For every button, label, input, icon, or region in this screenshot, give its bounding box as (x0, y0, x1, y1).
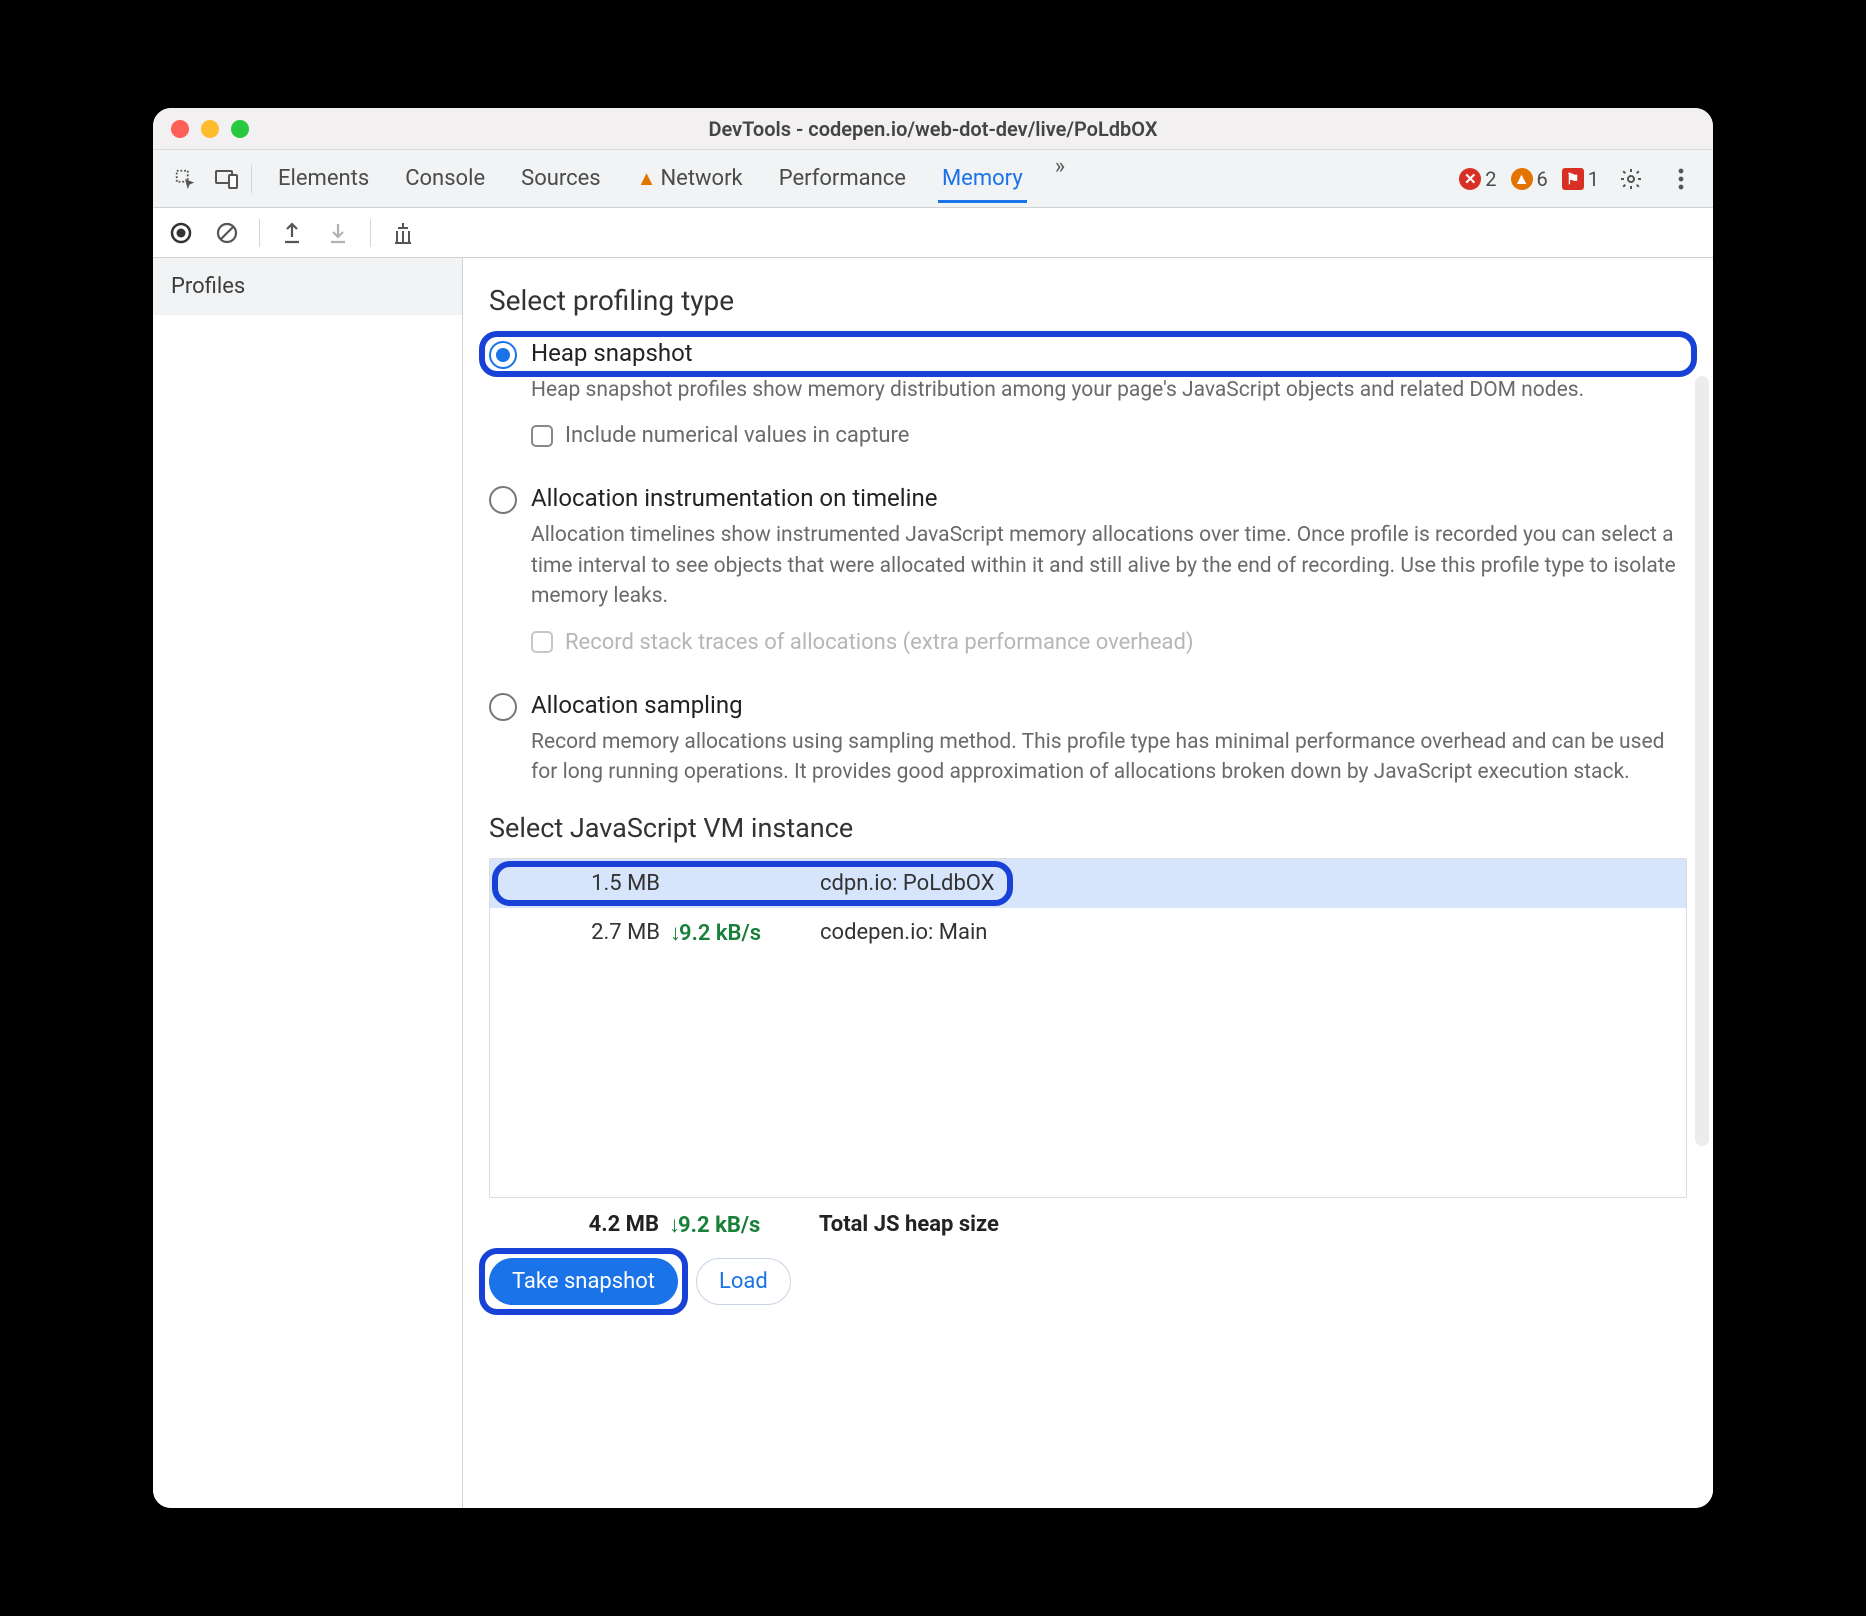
zoom-window-button[interactable] (231, 120, 249, 138)
vm-row[interactable]: 1.5 MB cdpn.io: PoLdbOX (490, 859, 1686, 908)
inspect-element-icon[interactable] (167, 161, 203, 197)
warning-icon: ▲ (1511, 168, 1533, 190)
option-desc: Record memory allocations using sampling… (531, 727, 1687, 788)
kebab-menu-icon[interactable] (1663, 161, 1699, 197)
vm-row[interactable]: 2.7 MB ↓9.2 kB/s codepen.io: Main (490, 908, 1686, 958)
tab-network-label: Network (660, 166, 742, 191)
clear-icon[interactable] (213, 219, 241, 247)
device-toolbar-icon[interactable] (209, 161, 245, 197)
vm-instance-list: 1.5 MB cdpn.io: PoLdbOX 2.7 MB ↓9.2 kB/s… (489, 858, 1687, 1198)
close-window-button[interactable] (171, 120, 189, 138)
warning-count-badge[interactable]: ▲ 6 (1511, 167, 1548, 191)
memory-toolbar (153, 208, 1713, 258)
warning-icon: ▲ (637, 166, 657, 190)
take-snapshot-button[interactable]: Take snapshot (489, 1258, 678, 1305)
more-tabs-icon[interactable]: » (1055, 154, 1065, 203)
tab-network[interactable]: ▲Network (633, 154, 747, 203)
error-icon: ✕ (1459, 168, 1481, 190)
vm-size: 1.5 MB (510, 871, 660, 896)
sidebar: Profiles (153, 258, 463, 1508)
separator (370, 219, 371, 247)
panel-tabs: Elements Console Sources ▲Network Perfor… (274, 154, 1065, 203)
profiling-option-alloc-sampling[interactable]: Allocation sampling Record memory alloca… (489, 683, 1687, 790)
total-label: Total JS heap size (819, 1212, 1667, 1238)
error-count-badge[interactable]: ✕ 2 (1459, 167, 1496, 191)
tab-sources[interactable]: Sources (517, 154, 605, 203)
error-count: 2 (1485, 167, 1496, 191)
issues-badge[interactable]: ⚑ 1 (1562, 167, 1599, 191)
vm-totals: 4.2 MB ↓9.2 kB/s Total JS heap size (489, 1198, 1687, 1256)
total-rate: ↓9.2 kB/s (669, 1212, 809, 1238)
sidebar-item-profiles[interactable]: Profiles (153, 258, 462, 315)
scrollbar[interactable] (1695, 376, 1709, 1146)
tab-elements[interactable]: Elements (274, 154, 373, 203)
separator (259, 219, 260, 247)
separator (251, 165, 252, 193)
option-title: Heap snapshot (531, 339, 1687, 367)
checkbox-icon (531, 631, 553, 653)
profiling-option-heap[interactable]: Heap snapshot Heap snapshot profiles sho… (489, 331, 1687, 407)
vm-size: 2.7 MB (510, 920, 660, 946)
issues-icon: ⚑ (1562, 168, 1584, 190)
minimize-window-button[interactable] (201, 120, 219, 138)
option-title: Allocation instrumentation on timeline (531, 484, 1687, 512)
checkbox-label: Include numerical values in capture (565, 423, 909, 448)
record-icon[interactable] (167, 219, 195, 247)
warning-count: 6 (1537, 167, 1548, 191)
main-panel: Select profiling type Heap snapshot Heap… (463, 258, 1713, 1508)
radio-heap[interactable] (489, 341, 517, 369)
settings-icon[interactable] (1613, 161, 1649, 197)
option-title: Allocation sampling (531, 691, 1687, 719)
export-icon[interactable] (278, 219, 306, 247)
import-icon[interactable] (324, 219, 352, 247)
total-size: 4.2 MB (509, 1212, 659, 1238)
radio-alloc-timeline[interactable] (489, 486, 517, 514)
window-controls (171, 120, 249, 138)
load-button[interactable]: Load (696, 1258, 791, 1305)
vm-name: cdpn.io: PoLdbOX (820, 871, 1666, 896)
include-numerical-checkbox[interactable]: Include numerical values in capture (531, 423, 1687, 448)
devtools-window: DevTools - codepen.io/web-dot-dev/live/P… (153, 108, 1713, 1508)
vm-rate (670, 871, 810, 896)
issues-count: 1 (1588, 167, 1599, 191)
tab-console[interactable]: Console (401, 154, 489, 203)
profiling-option-alloc-timeline[interactable]: Allocation instrumentation on timeline A… (489, 476, 1687, 613)
radio-alloc-sampling[interactable] (489, 693, 517, 721)
vm-rate: ↓9.2 kB/s (670, 920, 810, 946)
profiling-heading: Select profiling type (489, 284, 1687, 317)
tab-performance[interactable]: Performance (775, 154, 910, 203)
tab-memory[interactable]: Memory (938, 154, 1027, 203)
titlebar: DevTools - codepen.io/web-dot-dev/live/P… (153, 108, 1713, 150)
vm-heading: Select JavaScript VM instance (489, 812, 1687, 844)
option-desc: Heap snapshot profiles show memory distr… (531, 375, 1687, 405)
checkbox-label: Record stack traces of allocations (extr… (565, 630, 1194, 655)
collect-garbage-icon[interactable] (389, 219, 417, 247)
option-desc: Allocation timelines show instrumented J… (531, 520, 1687, 611)
record-stack-traces-checkbox: Record stack traces of allocations (extr… (531, 630, 1687, 655)
window-title: DevTools - codepen.io/web-dot-dev/live/P… (153, 117, 1713, 141)
vm-name: codepen.io: Main (820, 920, 1666, 946)
action-buttons: Take snapshot Load (489, 1258, 1687, 1305)
panel-tabstrip: Elements Console Sources ▲Network Perfor… (153, 150, 1713, 208)
checkbox-icon (531, 425, 553, 447)
